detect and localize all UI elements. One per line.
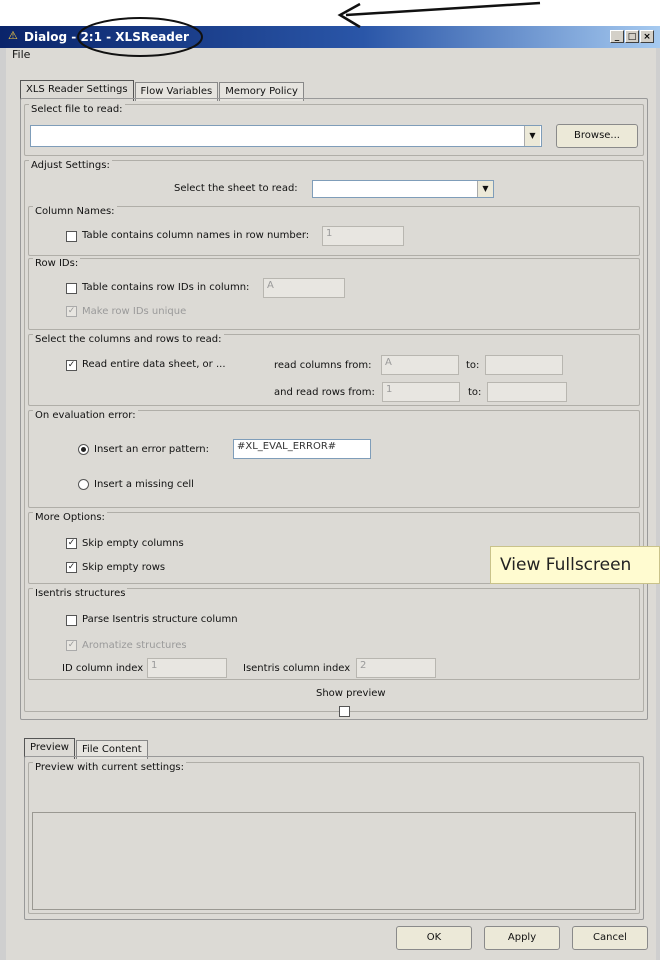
apply-button[interactable]: Apply [484, 926, 560, 950]
rows-to-label: to: [468, 387, 482, 398]
row-ids-checkbox[interactable] [66, 283, 77, 294]
adjust-settings-title: Adjust Settings: [29, 160, 112, 171]
show-preview-label: Show preview [316, 688, 386, 699]
preview-table-area[interactable] [32, 812, 636, 910]
row-ids-column-field[interactable]: A [263, 278, 345, 298]
app-icon: ⚠ [8, 29, 18, 42]
row-ids-title: Row IDs: [33, 258, 81, 269]
columns-to-field[interactable] [485, 355, 563, 375]
menu-file[interactable]: File [6, 47, 36, 62]
more-options-title: More Options: [33, 512, 107, 523]
rows-from-field[interactable]: 1 [382, 382, 460, 402]
isentris-title: Isentris structures [33, 588, 128, 599]
error-pattern-field[interactable]: #XL_EVAL_ERROR# [233, 439, 371, 459]
skip-empty-columns-label: Skip empty columns [82, 538, 184, 549]
error-pattern-radio[interactable] [78, 444, 89, 455]
select-file-title: Select file to read: [29, 104, 125, 115]
read-entire-sheet-checkbox[interactable]: ✓ [66, 360, 77, 371]
parse-isentris-label: Parse Isentris structure column [82, 614, 238, 625]
read-entire-sheet-label: Read entire data sheet, or ... [82, 359, 226, 370]
column-names-checkbox[interactable] [66, 231, 77, 242]
window-title: Dialog - 2:1 - XLSReader [24, 30, 189, 44]
row-ids-label: Table contains row IDs in column: [82, 282, 250, 293]
file-path-dropdown-icon[interactable]: ▼ [524, 126, 540, 146]
error-pattern-label: Insert an error pattern: [94, 444, 210, 455]
view-fullscreen-tooltip[interactable]: View Fullscreen [490, 546, 660, 584]
maximize-icon[interactable]: □ [625, 30, 639, 43]
menu-bar: File [6, 48, 36, 64]
preview-title: Preview with current settings: [33, 762, 186, 773]
read-rows-from-label: and read rows from: [274, 387, 375, 398]
columns-to-label: to: [466, 360, 480, 371]
minimize-icon[interactable]: _ [610, 30, 624, 43]
sheet-label: Select the sheet to read: [174, 183, 298, 194]
read-columns-from-label: read columns from: [274, 360, 372, 371]
close-icon[interactable]: × [640, 30, 654, 43]
cancel-button[interactable]: Cancel [572, 926, 648, 950]
missing-cell-radio[interactable] [78, 479, 89, 490]
skip-empty-columns-checkbox[interactable]: ✓ [66, 538, 77, 549]
annotation-arrow-head [337, 2, 361, 29]
aromatize-label: Aromatize structures [82, 640, 187, 651]
columns-rows-title: Select the columns and rows to read: [33, 334, 224, 345]
column-names-label: Table contains column names in row numbe… [82, 230, 310, 241]
isentris-column-index-label: Isentris column index [243, 663, 351, 674]
id-column-index-label: ID column index [62, 663, 144, 674]
ok-button[interactable]: OK [396, 926, 472, 950]
sheet-select[interactable] [312, 180, 494, 198]
columns-from-field[interactable]: A [381, 355, 459, 375]
parse-isentris-checkbox[interactable] [66, 615, 77, 626]
sheet-dropdown-icon[interactable]: ▼ [477, 181, 493, 197]
show-preview-checkbox[interactable] [339, 706, 350, 717]
file-path-combo[interactable] [30, 125, 542, 147]
id-column-index-field[interactable]: 1 [147, 658, 227, 678]
aromatize-checkbox[interactable]: ✓ [66, 640, 77, 651]
unique-row-ids-label: Make row IDs unique [82, 306, 187, 317]
isentris-column-index-field[interactable]: 2 [356, 658, 436, 678]
eval-error-title: On evaluation error: [33, 410, 138, 421]
annotation-arrow-line [345, 1, 541, 17]
skip-empty-rows-label: Skip empty rows [82, 562, 166, 573]
rows-to-field[interactable] [487, 382, 567, 402]
skip-empty-rows-checkbox[interactable]: ✓ [66, 562, 77, 573]
column-names-title: Column Names: [33, 206, 117, 217]
column-names-row-field[interactable]: 1 [322, 226, 404, 246]
title-bar: ⚠ Dialog - 2:1 - XLSReader _ □ × [0, 26, 660, 48]
browse-button[interactable]: Browse... [556, 124, 638, 148]
missing-cell-label: Insert a missing cell [94, 479, 194, 490]
eval-error-group: On evaluation error: [28, 410, 640, 508]
unique-row-ids-checkbox[interactable]: ✓ [66, 306, 77, 317]
